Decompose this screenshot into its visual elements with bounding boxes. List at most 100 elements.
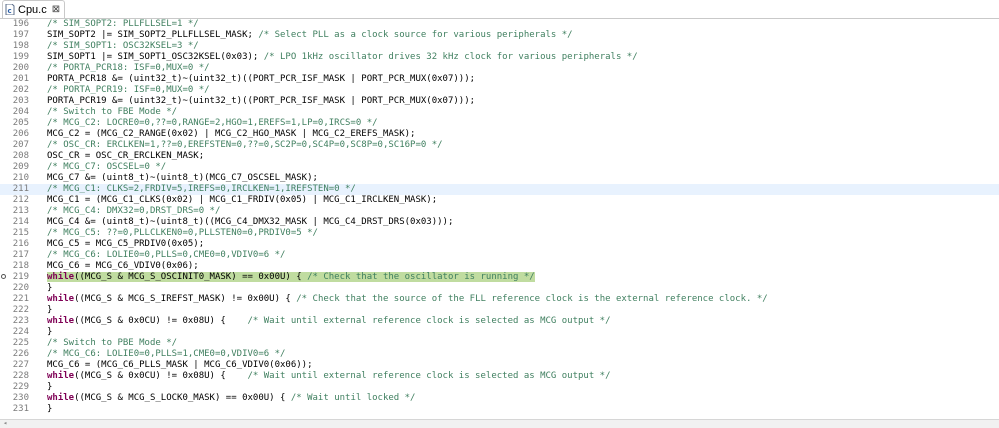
line-number: 211	[12, 184, 29, 194]
code-line[interactable]: 200 /* PORTA_PCR18: ISF=0,MUX=0 */	[0, 63, 999, 74]
horizontal-scrollbar[interactable]: ◂	[0, 419, 999, 428]
code-line[interactable]: 220}	[0, 283, 999, 294]
code-line[interactable]: 227 MCG_C6 = (MCG_C6_PLLS_MASK | MCG_C6_V…	[0, 360, 999, 371]
code-text: SIM_SOPT1 |= SIM_SOPT1_OSC32KSEL(0x03); …	[47, 52, 638, 63]
code-line[interactable]: 201 PORTA_PCR18 &= (uint32_t)~(uint32_t)(…	[0, 74, 999, 85]
code-text: /* SIM_SOPT2: PLLFLLSEL=1 */	[47, 19, 199, 30]
code-token: MCG_C6 = (MCG_C6_PLLS_MASK | MCG_C6_VDIV…	[47, 360, 313, 370]
code-line[interactable]: 206 MCG_C2 = (MCG_C2_RANGE(0x02) | MCG_C2…	[0, 129, 999, 140]
code-text: /* MCG_C4: DMX32=0,DRST_DRS=0 */	[47, 206, 220, 217]
code-comment: /* MCG_C1: CLKS=2,FRDIV=5,IREFS=0,IRCLKE…	[47, 184, 356, 194]
line-number: 218	[12, 261, 29, 271]
code-line[interactable]: 218 MCG_C6 = MCG_C6_VDIV0(0x06);	[0, 261, 999, 272]
code-line[interactable]: 198 /* SIM_SOPT1: OSC32KSEL=3 */	[0, 41, 999, 52]
code-text: PORTA_PCR18 &= (uint32_t)~(uint32_t)((PO…	[47, 74, 475, 85]
code-line[interactable]: 223 while((MCG_S & 0x0CU) != 0x08U) { /* …	[0, 316, 999, 327]
svg-text:c: c	[8, 7, 12, 15]
code-keyword: while	[47, 316, 75, 326]
tab-cpu-c[interactable]: c Cpu.c ⊠	[2, 0, 66, 18]
code-line[interactable]: 209 /* MCG_C7: OSCSEL=0 */	[0, 162, 999, 173]
code-line[interactable]: 205 /* MCG_C2: LOCRE0=0,??=0,RANGE=2,HGO=…	[0, 118, 999, 129]
code-line[interactable]: 225 /* Switch to PBE Mode */	[0, 338, 999, 349]
code-text: }	[47, 283, 52, 294]
line-number: 226	[12, 349, 29, 359]
code-text: /* Switch to FBE Mode */	[47, 107, 177, 118]
code-line[interactable]: 207 /* OSC_CR: ERCLKEN=1,??=0,EREFSTEN=0,…	[0, 140, 999, 151]
code-comment: /* Switch to FBE Mode */	[47, 107, 178, 117]
code-text: /* MCG_C6: LOLIE0=0,PLLS=1,CME0=0,VDIV0=…	[47, 349, 285, 360]
code-line[interactable]: 215 /* MCG_C5: ??=0,PLLCLKEN0=0,PLLSTEN0=…	[0, 228, 999, 239]
line-number: 206	[12, 129, 29, 139]
code-line[interactable]: 212 MCG_C1 = (MCG_C1_CLKS(0x02) | MCG_C1_…	[0, 195, 999, 206]
tab-title: Cpu.c	[18, 3, 47, 16]
line-number: 209	[12, 162, 29, 172]
code-comment: /* Wait until locked */	[290, 393, 416, 403]
code-line[interactable]: 216 MCG_C5 = MCG_C5_PRDIV0(0x05);	[0, 239, 999, 250]
code-text: }	[47, 327, 52, 338]
code-token: ((MCG_S & 0x0CU) != 0x08U) {	[74, 371, 248, 381]
code-line[interactable]: 224}	[0, 327, 999, 338]
line-number: 210	[12, 173, 29, 183]
code-keyword: while	[47, 294, 75, 304]
code-line[interactable]: 221 while((MCG_S & MCG_S_IREFST_MASK) != …	[0, 294, 999, 305]
line-number: 227	[12, 360, 29, 370]
code-comment: /* Switch to PBE Mode */	[47, 338, 178, 348]
code-text: while((MCG_S & 0x0CU) != 0x08U) { /* Wai…	[47, 316, 611, 327]
code-text: /* SIM_SOPT1: OSC32KSEL=3 */	[47, 41, 199, 52]
code-comment: /* MCG_C2: LOCRE0=0,??=0,RANGE=2,HGO=1,E…	[47, 118, 378, 128]
code-token: MCG_C6 = MCG_C6_VDIV0(0x06);	[47, 261, 199, 271]
code-text: MCG_C5 = MCG_C5_PRDIV0(0x05);	[47, 239, 204, 250]
code-line[interactable]: 228 while((MCG_S & 0x0CU) != 0x08U) { /* …	[0, 371, 999, 382]
code-text: SIM_SOPT2 |= SIM_SOPT2_PLLFLLSEL_MASK; /…	[47, 30, 573, 41]
code-text: /* PORTA_PCR18: ISF=0,MUX=0 */	[47, 63, 210, 74]
code-editor[interactable]: 196 /* SIM_SOPT2: PLLFLLSEL=1 */ 197 SIM_SO…	[0, 19, 999, 420]
code-token: MCG_C2 = (MCG_C2_RANGE(0x02) | MCG_C2_HG…	[47, 129, 416, 139]
code-line[interactable]: 213 /* MCG_C4: DMX32=0,DRST_DRS=0 */	[0, 206, 999, 217]
code-token: }	[47, 404, 53, 414]
code-comment: /* MCG_C7: OSCSEL=0 */	[47, 162, 167, 172]
line-number: 197	[12, 30, 29, 40]
code-line[interactable]: 211 /* MCG_C1: CLKS=2,FRDIV=5,IREFS=0,IRC…	[0, 184, 999, 195]
line-number: 200	[12, 63, 29, 73]
code-token: PORTA_PCR19 &= (uint32_t)~(uint32_t)((PO…	[47, 96, 476, 106]
code-comment: /* SIM_SOPT2: PLLFLLSEL=1 */	[47, 19, 199, 29]
code-comment: /* Select PLL as a clock source for vari…	[258, 30, 573, 40]
code-line[interactable]: 208 OSC_CR = OSC_CR_ERCLKEN_MASK;	[0, 151, 999, 162]
code-text: while((MCG_S & MCG_S_IREFST_MASK) != 0x0…	[47, 294, 768, 305]
code-line[interactable]: 196 /* SIM_SOPT2: PLLFLLSEL=1 */	[0, 19, 999, 30]
code-line[interactable]: 202 /* PORTA_PCR19: ISF=0,MUX=0 */	[0, 85, 999, 96]
code-comment: /* SIM_SOPT1: OSC32KSEL=3 */	[47, 41, 199, 51]
code-line[interactable]: 217 /* MCG_C6: LOLIE0=0,PLLS=0,CME0=0,VDI…	[0, 250, 999, 261]
scroll-left-arrow-icon[interactable]: ◂	[3, 419, 7, 427]
code-line[interactable]: 210 MCG_C7 &= (uint8_t)~(uint8_t)(MCG_C7_…	[0, 173, 999, 184]
code-token: ((MCG_S & 0x0CU) != 0x08U) {	[74, 316, 248, 326]
line-number: 208	[12, 151, 29, 161]
code-line[interactable]: 230 while((MCG_S & MCG_S_LOCK0_MASK) == 0…	[0, 393, 999, 404]
code-text: while((MCG_S & MCG_S_LOCK0_MASK) == 0x00…	[47, 393, 415, 404]
code-token: }	[47, 327, 53, 337]
code-token: MCG_C1 = (MCG_C1_CLKS(0x02) | MCG_C1_FRD…	[47, 195, 438, 205]
code-line[interactable]: 204 /* Switch to FBE Mode */	[0, 107, 999, 118]
code-text: /* OSC_CR: ERCLKEN=1,??=0,EREFSTEN=0,??=…	[47, 140, 443, 151]
line-number: 219	[12, 272, 29, 282]
code-token: MCG_C4 &= (uint8_t)~(uint8_t)((MCG_C4_DM…	[47, 217, 454, 227]
code-comment: /* PORTA_PCR19: ISF=0,MUX=0 */	[47, 85, 210, 95]
code-line[interactable]: 231}	[0, 404, 999, 415]
line-number: 205	[12, 118, 29, 128]
line-number: 201	[12, 74, 29, 84]
code-text: MCG_C2 = (MCG_C2_RANGE(0x02) | MCG_C2_HG…	[47, 129, 415, 140]
code-comment: /* PORTA_PCR18: ISF=0,MUX=0 */	[47, 63, 210, 73]
line-number: 215	[12, 228, 29, 238]
code-line[interactable]: 197 SIM_SOPT2 |= SIM_SOPT2_PLLFLLSEL_MASK…	[0, 30, 999, 41]
line-number: 216	[12, 239, 29, 249]
line-number: 231	[12, 404, 29, 414]
code-line[interactable]: 219 while((MCG_S & MCG_S_OSCINIT0_MASK) =…	[0, 272, 999, 283]
code-line[interactable]: 229}	[0, 382, 999, 393]
code-line[interactable]: 199 SIM_SOPT1 |= SIM_SOPT1_OSC32KSEL(0x03…	[0, 52, 999, 63]
close-icon[interactable]: ⊠	[52, 4, 60, 15]
code-token: PORTA_PCR18 &= (uint32_t)~(uint32_t)((PO…	[47, 74, 476, 84]
code-line[interactable]: 222}	[0, 305, 999, 316]
code-line[interactable]: 214 MCG_C4 &= (uint8_t)~(uint8_t)((MCG_C4…	[0, 217, 999, 228]
code-line[interactable]: 226 /* MCG_C6: LOLIE0=0,PLLS=1,CME0=0,VDI…	[0, 349, 999, 360]
code-line[interactable]: 203 PORTA_PCR19 &= (uint32_t)~(uint32_t)(…	[0, 96, 999, 107]
